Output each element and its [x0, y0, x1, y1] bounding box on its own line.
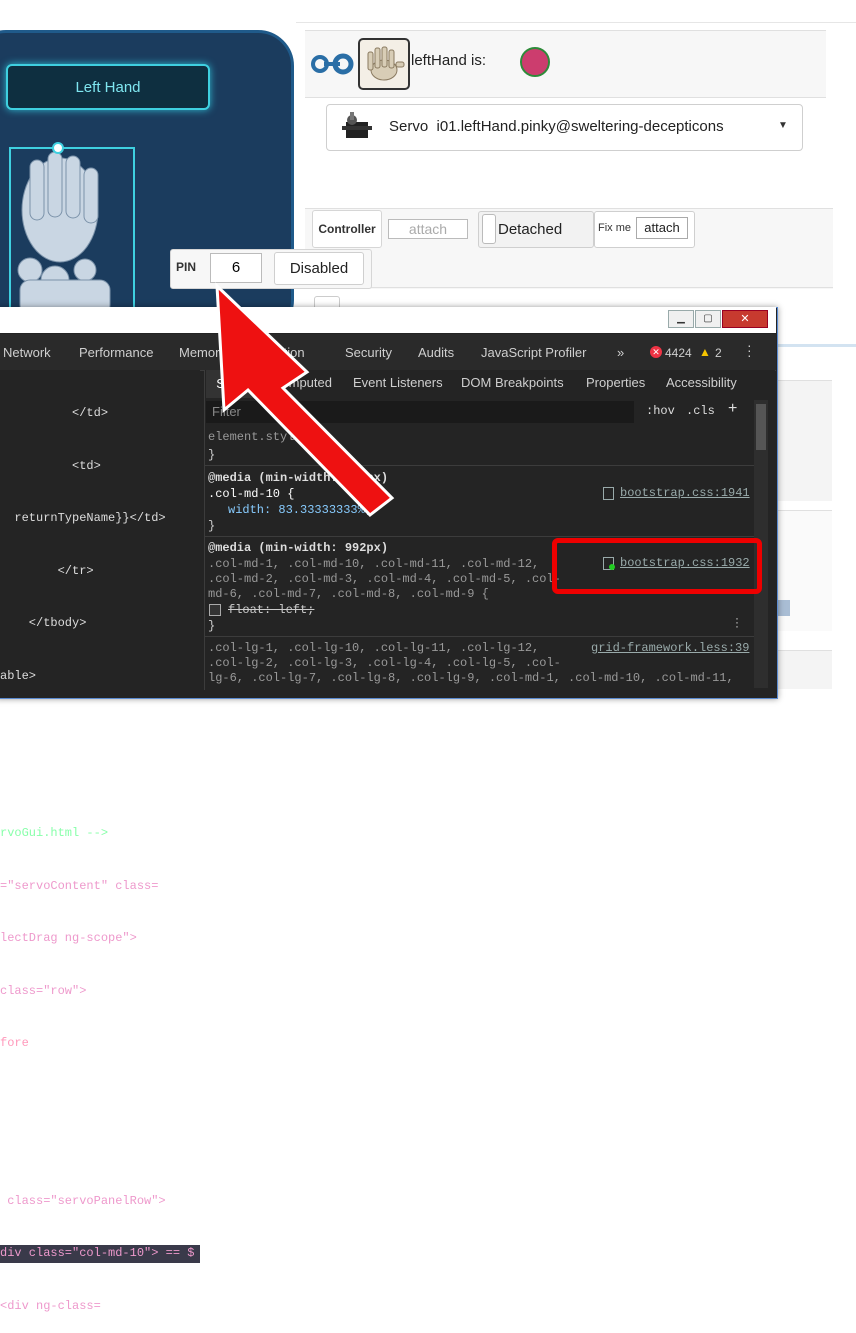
tab-memory[interactable]: Memory — [179, 345, 226, 360]
hand-image — [9, 142, 135, 329]
controller-attach-input[interactable]: attach — [388, 219, 468, 239]
elements-tree[interactable]: </td> <td> returnTypeName}}</td> </tr> <… — [0, 370, 200, 1313]
servo-type: Servo — [389, 118, 429, 135]
tab-security[interactable]: Security — [345, 345, 392, 360]
disabled-button[interactable]: Disabled — [274, 252, 364, 285]
property-checkbox[interactable] — [209, 604, 221, 616]
code-line[interactable]: fore — [0, 1035, 200, 1053]
code-line[interactable] — [0, 1140, 200, 1158]
servo-name: i01.leftHand.pinky@sweltering-decepticon… — [436, 118, 724, 135]
rule-selector[interactable]: .col-lg-1, .col-lg-10, .col-lg-11, .col-… — [208, 641, 539, 655]
more-tabs-icon[interactable]: » — [617, 345, 624, 360]
rule-selector[interactable]: .col-lg-2, .col-lg-3, .col-lg-4, .col-lg… — [208, 656, 561, 670]
tab-application[interactable]: Application — [241, 345, 305, 360]
divider — [204, 536, 754, 537]
rule-property[interactable]: float: left; — [228, 603, 314, 617]
chain-link-icon — [311, 53, 354, 75]
tab-dom-breakpoints[interactable]: DOM Breakpoints — [461, 375, 564, 390]
rule-close: } — [208, 448, 216, 462]
code-line[interactable]: <td> — [0, 458, 200, 476]
code-line[interactable]: class="servoPanelRow"> — [0, 1193, 200, 1211]
tab-network[interactable]: Network — [3, 345, 51, 360]
code-line[interactable]: </tr> — [0, 563, 200, 581]
tab-styles[interactable]: Styles — [206, 370, 262, 398]
source-link[interactable]: grid-framework.less:39 — [591, 641, 749, 655]
tab-javascript-profiler[interactable]: JavaScript Profiler — [481, 345, 586, 360]
more-options-icon[interactable]: · · · — [747, 338, 752, 362]
code-line[interactable]: able> — [0, 668, 200, 686]
error-count[interactable]: 4424 — [665, 346, 692, 360]
hov-toggle[interactable]: :hov — [646, 404, 675, 418]
tab-audits[interactable]: Audits — [418, 345, 454, 360]
add-rule-icon[interactable]: + — [728, 400, 737, 418]
tab-event-listeners[interactable]: Event Listeners — [353, 375, 443, 390]
top-divider — [296, 0, 856, 23]
pin-label: PIN — [176, 260, 197, 274]
element-style-selector[interactable]: element.style { — [208, 430, 316, 444]
more-options-icon[interactable]: · · · — [735, 612, 739, 632]
controller-label: Controller — [312, 210, 382, 248]
error-icon[interactable]: ✕ — [650, 346, 662, 358]
source-link[interactable]: bootstrap.css:1941 — [620, 486, 750, 500]
media-query: @media (min-width: 992px) — [208, 541, 389, 555]
background-block — [776, 600, 790, 616]
attach-button[interactable]: attach — [636, 217, 688, 239]
tab-accessibility[interactable]: Accessibility — [666, 375, 737, 390]
selected-code-line[interactable]: div class="col-md-10"> == $ — [0, 1245, 200, 1263]
rule-selector[interactable]: .col-md-10 { — [208, 487, 294, 501]
code-line[interactable] — [0, 773, 200, 791]
rule-selector[interactable]: md-6, .col-md-7, .col-md-8, .col-md-9 { — [208, 587, 489, 601]
background-panel — [776, 380, 832, 501]
minimize-icon[interactable]: ▁ — [668, 310, 694, 328]
rule-selector[interactable]: lg-6, .col-lg-7, .col-lg-8, .col-lg-9, .… — [208, 671, 768, 685]
highlight-box — [552, 538, 762, 594]
tab-properties[interactable]: Properties — [586, 375, 645, 390]
hand-thumbnail — [358, 38, 410, 90]
divider — [305, 287, 833, 288]
code-line[interactable]: <div ng-class= — [0, 1298, 200, 1316]
close-icon[interactable]: ✕ — [722, 310, 768, 328]
warning-count[interactable]: 2 — [715, 346, 722, 360]
rule-selector[interactable]: .col-md-2, .col-md-3, .col-md-4, .col-md… — [208, 572, 561, 586]
devtools-titlebar[interactable] — [0, 307, 776, 333]
divider — [204, 636, 754, 637]
detached-label: Detached — [498, 221, 563, 238]
status-dot-icon — [609, 564, 615, 570]
code-line[interactable]: lectDrag ng-scope"> — [0, 930, 200, 948]
scrollbar-thumb[interactable] — [756, 404, 766, 450]
file-icon — [603, 487, 614, 500]
chevron-down-icon[interactable]: ▼ — [778, 120, 788, 131]
pin-input[interactable]: 6 — [210, 253, 262, 283]
warning-icon[interactable]: ▲ — [699, 345, 711, 359]
code-line[interactable] — [0, 720, 200, 738]
styles-filter-input[interactable]: Filter — [206, 401, 634, 423]
code-line[interactable]: </tbody> — [0, 615, 200, 633]
hand-title[interactable]: Left Hand — [6, 64, 210, 110]
code-line[interactable] — [0, 1088, 200, 1106]
toggle-knob[interactable] — [482, 214, 496, 244]
servo-text: Servo i01.leftHand.pinky@sweltering-dece… — [389, 118, 724, 135]
media-query: @media (min-width: 992px) — [208, 471, 389, 485]
cls-toggle[interactable]: .cls — [686, 404, 715, 418]
status-label: leftHand is: — [411, 52, 487, 69]
code-line[interactable]: ="servoContent" class= — [0, 878, 200, 896]
tab-computed[interactable]: Computed — [272, 375, 332, 390]
background-bar — [776, 344, 856, 347]
fixme-label: Fix me — [598, 222, 631, 234]
maximize-icon[interactable]: ▢ — [695, 310, 721, 328]
status-indicator — [520, 47, 550, 77]
code-line[interactable]: </td> — [0, 405, 200, 423]
rule-close: } — [208, 519, 216, 533]
code-line[interactable]: class="row"> — [0, 983, 200, 1001]
rule-property[interactable]: width: 83.33333333%; — [228, 503, 372, 517]
hand-icon — [367, 46, 405, 81]
tab-performance[interactable]: Performance — [79, 345, 153, 360]
rule-selector[interactable]: .col-md-1, .col-md-10, .col-md-11, .col-… — [208, 557, 539, 571]
servo-icon — [342, 112, 372, 138]
background-panel — [776, 650, 832, 689]
code-line[interactable]: returnTypeName}}</td> — [0, 510, 200, 528]
code-line[interactable]: rvoGui.html --> — [0, 825, 200, 843]
divider — [204, 465, 754, 466]
rule-close: } — [208, 619, 216, 633]
